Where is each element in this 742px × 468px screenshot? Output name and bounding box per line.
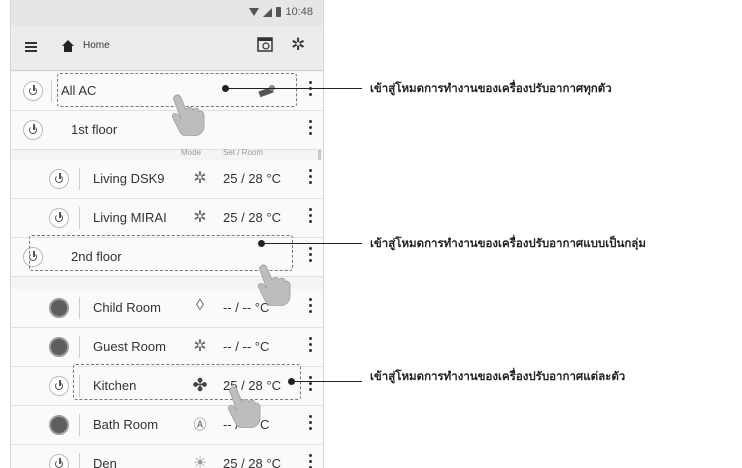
annotation-group: เข้าสู่โหมดการทำงานของเครื่องปรับอากาศแบ… [370, 238, 646, 250]
auto-mode-icon: Ⓐ [193, 417, 207, 432]
more-icon[interactable] [309, 247, 313, 265]
more-icon[interactable] [309, 169, 313, 187]
signal-icon [263, 7, 273, 17]
pointer-line [292, 381, 362, 382]
column-header-set-room: Set / Room [223, 148, 264, 157]
sun-icon: ☀ [192, 455, 208, 468]
status-time: 10:48 [285, 6, 313, 18]
row-label: Living MIRAI [93, 210, 167, 225]
more-icon[interactable] [309, 337, 313, 355]
power-icon[interactable] [49, 337, 69, 357]
set-room-temp: 25 / 28 °C [223, 171, 281, 186]
wifi-icon [249, 8, 260, 16]
row-label: Guest Room [93, 339, 166, 354]
snowflake-icon: ✲ [193, 338, 207, 355]
hand-pointer-icon [228, 386, 261, 428]
set-room-temp: 25 / 28 °C [223, 456, 281, 468]
more-icon[interactable] [309, 415, 313, 433]
gear-icon[interactable]: ✲ [291, 36, 305, 53]
pointer-line [262, 243, 362, 244]
list-item-unit[interactable]: Living DSK9 ✲ 25 / 28 °C [11, 160, 323, 199]
row-label: Bath Room [93, 417, 159, 432]
more-icon[interactable] [309, 298, 313, 316]
column-header-mode: Mode [181, 148, 202, 157]
set-room-temp: 25 / 28 °C [223, 210, 281, 225]
power-icon[interactable] [49, 415, 69, 435]
power-icon[interactable] [49, 298, 69, 318]
snowflake-icon: ✲ [193, 209, 207, 226]
more-icon[interactable] [309, 208, 313, 226]
phone-screen: 10:48 Home ✲ All AC 1st floor Mode Set /… [10, 0, 324, 468]
row-label: 1st floor [71, 122, 118, 137]
power-icon[interactable] [23, 120, 43, 140]
power-icon[interactable] [49, 454, 69, 468]
more-icon[interactable] [309, 81, 313, 99]
schedule-icon[interactable] [257, 36, 273, 52]
list-item-unit[interactable]: Living MIRAI ✲ 25 / 28 °C [11, 199, 323, 238]
home-icon [62, 40, 74, 52]
highlight-unit [73, 364, 301, 400]
list-item-group[interactable]: 1st floor [11, 111, 323, 150]
highlight-group [29, 235, 293, 271]
hand-pointer-icon [258, 264, 291, 306]
power-icon[interactable] [49, 169, 69, 189]
annotation-unit: เข้าสู่โหมดการทำงานของเครื่องปรับอากาศแต… [370, 371, 626, 383]
row-label: Living DSK9 [93, 171, 165, 186]
list-item-unit[interactable]: Guest Room ✲ -- / -- °C [11, 328, 323, 367]
status-bar: 10:48 [11, 0, 323, 26]
list-item-unit[interactable]: Bath Room Ⓐ -- / -- °C [11, 406, 323, 445]
set-room-temp: -- / -- °C [223, 339, 270, 354]
page-title: Home [83, 40, 110, 51]
power-icon[interactable] [49, 208, 69, 228]
hand-pointer-icon [172, 94, 205, 136]
app-bar: Home ✲ [11, 26, 323, 71]
power-icon[interactable] [49, 376, 69, 396]
droplet-icon: ◊ [196, 297, 204, 314]
more-icon[interactable] [309, 376, 313, 394]
power-icon[interactable] [23, 81, 43, 101]
row-label: Child Room [93, 300, 161, 315]
battery-icon [276, 7, 282, 17]
annotation-all-ac: เข้าสู่โหมดการทำงานของเครื่องปรับอากาศทุ… [370, 83, 612, 95]
more-icon[interactable] [309, 454, 313, 468]
more-icon[interactable] [309, 120, 313, 138]
row-label: Den [93, 456, 117, 468]
snowflake-icon: ✲ [193, 170, 207, 187]
pointer-line [226, 88, 362, 89]
menu-icon[interactable] [25, 42, 37, 52]
list-item-unit[interactable]: Den ☀ 25 / 28 °C [11, 445, 323, 468]
